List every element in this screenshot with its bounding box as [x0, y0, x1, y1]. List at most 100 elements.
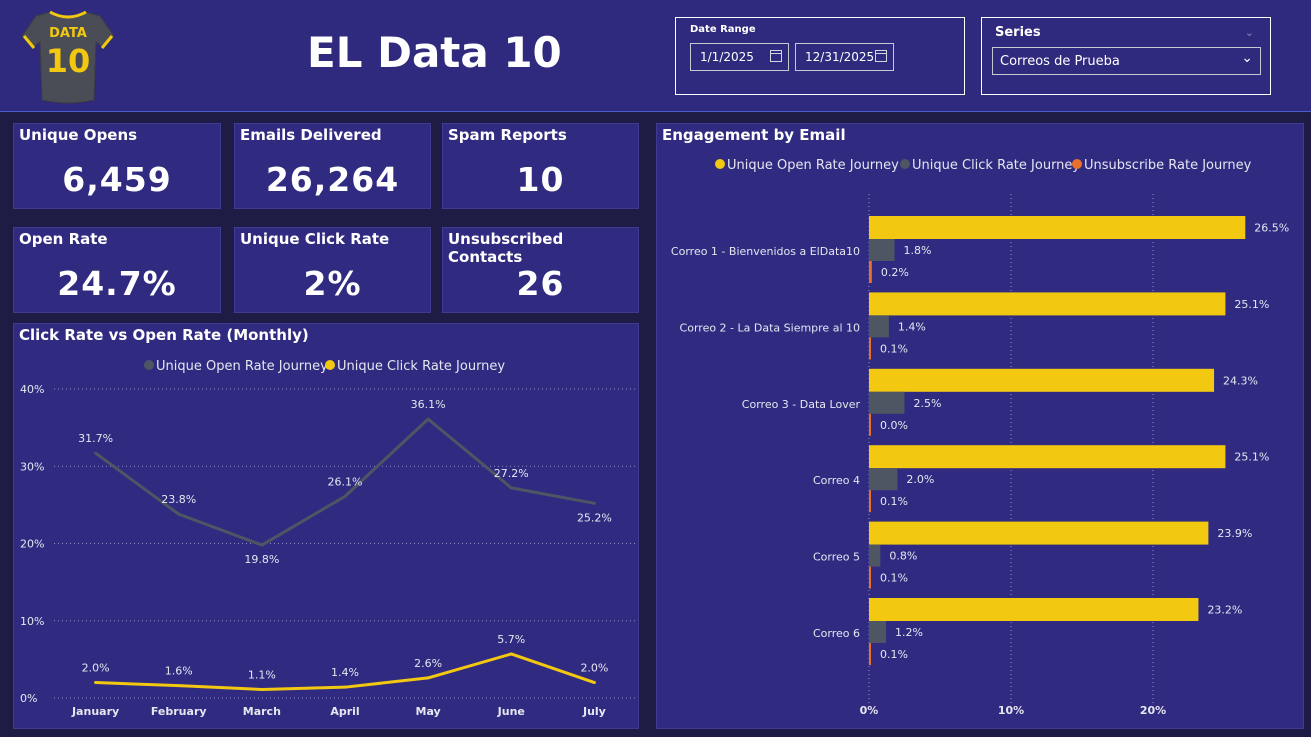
bar-chart[interactable]: Unique Open Rate Journey Unique Click Rat… [657, 124, 1305, 730]
data-label: 2.6% [414, 657, 442, 670]
x-tick-label: March [243, 705, 281, 718]
data-label: 0.1% [880, 342, 908, 355]
data-point [94, 681, 98, 685]
y-tick-label: 10% [20, 615, 44, 628]
data-label: 0.2% [881, 266, 909, 279]
x-tick-label: April [330, 705, 359, 718]
dashboard-header: DATA 10 EL Data 10 Date Range 1/1/2025 1… [0, 0, 1311, 112]
series-dropdown[interactable]: Correos de Prueba ⌄ [992, 47, 1261, 75]
start-date-value: 1/1/2025 [700, 50, 754, 64]
data-label: 31.7% [78, 432, 113, 445]
data-point [426, 676, 430, 680]
kpi-title: Emails Delivered [240, 126, 382, 144]
data-point [509, 652, 513, 656]
data-point [343, 685, 347, 689]
legend-marker [144, 360, 154, 370]
kpi-card-spam-reports[interactable]: Spam Reports 10 [442, 123, 639, 209]
kpi-card-unsubscribed-contacts[interactable]: Unsubscribed Contacts 26 [442, 227, 639, 313]
end-date-field[interactable]: 12/31/2025 [795, 43, 894, 71]
x-tick-label: May [416, 705, 441, 718]
data-label: 19.8% [244, 553, 279, 566]
data-label: 2.0% [82, 662, 110, 675]
kpi-card-unique-opens[interactable]: Unique Opens 6,459 [13, 123, 221, 209]
data-point [260, 688, 264, 692]
legend-label: Unique Open Rate Journey [727, 158, 899, 173]
bar [869, 413, 871, 436]
bar [869, 566, 871, 589]
calendar-icon[interactable] [875, 50, 887, 62]
data-point [592, 501, 596, 505]
data-label: 25.2% [577, 511, 612, 524]
category-label: Correo 2 - La Data Siempre al 10 [680, 321, 860, 334]
page-title: EL Data 10 [307, 28, 562, 77]
category-label: Correo 4 [813, 474, 860, 487]
bar [869, 643, 871, 665]
kpi-card-emails-delivered[interactable]: Emails Delivered 26,264 [234, 123, 431, 209]
data-point [260, 543, 264, 547]
data-point [509, 486, 513, 490]
data-point [343, 494, 347, 498]
bar [869, 368, 1215, 392]
y-tick-label: 0% [20, 692, 37, 705]
kpi-value: 26,264 [265, 160, 400, 199]
x-tick-label: January [71, 705, 119, 718]
data-label: 0.0% [880, 419, 908, 432]
end-date-value: 12/31/2025 [805, 50, 875, 64]
data-label: 24.3% [1223, 374, 1258, 387]
kpi-title: Unique Opens [19, 126, 138, 144]
monthly-line-chart-panel[interactable]: Click Rate vs Open Rate (Monthly) Unique… [13, 323, 639, 729]
bar [869, 337, 871, 360]
category-label: Correo 6 [813, 627, 860, 640]
data-label: 25.1% [1234, 451, 1269, 464]
jersey-logo: DATA 10 [22, 10, 114, 104]
engagement-bar-chart-panel[interactable]: Engagement by Email Unique Open Rate Jou… [656, 123, 1304, 729]
line-chart[interactable]: Unique Open Rate Journey Unique Click Rat… [14, 324, 640, 730]
data-label: 1.4% [331, 666, 359, 679]
data-label: 26.1% [328, 475, 363, 488]
date-range-slicer: Date Range 1/1/2025 12/31/2025 [675, 17, 965, 95]
data-label: 1.4% [898, 320, 926, 333]
kpi-title: Open Rate [19, 230, 108, 248]
kpi-value: 26 [516, 264, 565, 303]
data-point [177, 684, 181, 688]
y-tick-label: 20% [20, 538, 44, 551]
x-tick-label: 10% [998, 704, 1024, 717]
legend-marker [325, 360, 335, 370]
bar [869, 292, 1226, 316]
category-label: Correo 3 - Data Lover [742, 398, 861, 411]
data-point [426, 417, 430, 421]
data-point [94, 451, 98, 455]
data-label: 5.7% [497, 633, 525, 646]
kpi-card-open-rate[interactable]: Open Rate 24.7% [13, 227, 221, 313]
category-label: Correo 1 - Bienvenidos a ElData10 [671, 245, 860, 258]
series-label: Series [995, 25, 1041, 40]
chevron-down-icon[interactable]: ⌄ [1241, 50, 1253, 66]
chevron-down-icon[interactable]: ⌄ [1245, 26, 1254, 39]
logo-text-data: DATA [49, 26, 87, 41]
legend-marker [1072, 159, 1082, 169]
data-label: 2.5% [914, 397, 942, 410]
x-tick-label: July [582, 705, 606, 718]
legend-marker [900, 159, 910, 169]
data-label: 0.8% [889, 550, 917, 563]
bar [869, 216, 1246, 239]
series-selected-value: Correos de Prueba [1000, 54, 1120, 69]
kpi-card-unique-click-rate[interactable]: Unique Click Rate 2% [234, 227, 431, 313]
data-label: 27.2% [494, 467, 529, 480]
bar [869, 468, 898, 491]
legend-label: Unique Click Rate Journey [912, 158, 1080, 173]
bar [869, 598, 1199, 621]
start-date-field[interactable]: 1/1/2025 [690, 43, 789, 71]
calendar-icon[interactable] [770, 50, 782, 62]
x-tick-label: February [151, 705, 207, 718]
x-tick-label: 0% [860, 704, 879, 717]
data-label: 23.2% [1207, 604, 1242, 617]
data-label: 1.6% [165, 665, 193, 678]
bar [869, 261, 872, 283]
y-tick-label: 40% [20, 383, 44, 396]
data-label: 23.9% [1217, 527, 1252, 540]
y-tick-label: 30% [20, 460, 44, 473]
legend-label: Unique Click Rate Journey [337, 359, 505, 374]
bar [869, 391, 905, 414]
data-point [177, 512, 181, 516]
